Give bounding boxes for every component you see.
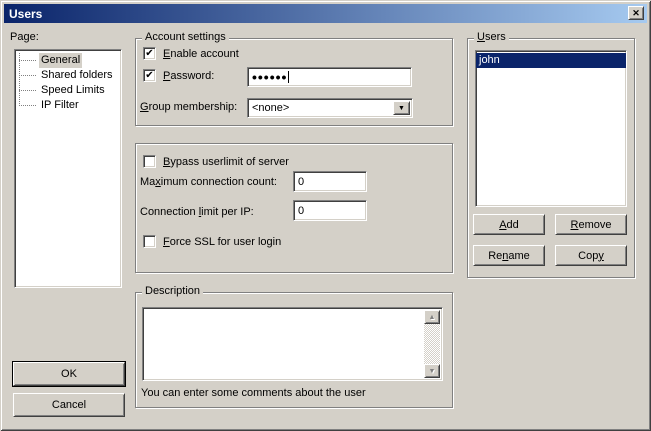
button-label: Add bbox=[499, 219, 519, 231]
force-ssl-checkbox[interactable]: Force SSL for user login bbox=[143, 235, 281, 248]
window-title: Users bbox=[4, 7, 42, 21]
tree-item-label: Speed Limits bbox=[39, 83, 107, 98]
rename-button[interactable]: Rename bbox=[473, 245, 545, 266]
remove-button[interactable]: Remove bbox=[555, 214, 627, 235]
max-connection-count-label: Maximum connection count: bbox=[140, 176, 277, 189]
checkbox[interactable] bbox=[143, 155, 156, 168]
selected-option: <none> bbox=[252, 101, 289, 116]
text-caret bbox=[288, 71, 289, 83]
bypass-userlimit-checkbox[interactable]: Bypass userlimit of server bbox=[143, 155, 289, 168]
tree-item-general[interactable]: General bbox=[15, 53, 121, 68]
connection-limit-per-ip-input[interactable]: 0 bbox=[293, 200, 367, 221]
group-membership-select[interactable]: <none> ▼ bbox=[247, 98, 413, 118]
page-label: Page: bbox=[10, 31, 39, 44]
close-icon: ✕ bbox=[632, 8, 640, 19]
page-tree: General Shared folders Speed Limits IP F… bbox=[14, 49, 122, 288]
description-hint: You can enter some comments about the us… bbox=[141, 387, 366, 400]
checkbox-label: Force SSL for user login bbox=[163, 236, 281, 248]
scroll-down-icon: ▼ bbox=[429, 368, 436, 375]
title-bar[interactable]: Users ✕ bbox=[4, 4, 647, 23]
checkbox[interactable]: ✔ bbox=[143, 69, 156, 82]
close-button[interactable]: ✕ bbox=[628, 6, 644, 20]
group-title: Account settings bbox=[142, 31, 229, 44]
tree-item-speed-limits[interactable]: Speed Limits bbox=[15, 83, 121, 98]
max-connection-count-input[interactable]: 0 bbox=[293, 171, 367, 192]
checkbox-label: Password: bbox=[163, 70, 214, 82]
scrollbar[interactable]: ▲ ▼ bbox=[424, 310, 440, 378]
field-value: 0 bbox=[298, 205, 304, 217]
tree-item-label: IP Filter bbox=[39, 98, 81, 113]
tree-item-shared-folders[interactable]: Shared folders bbox=[15, 68, 121, 83]
checkbox[interactable] bbox=[143, 235, 156, 248]
scroll-up-icon: ▲ bbox=[429, 314, 436, 321]
chevron-down-icon: ▼ bbox=[398, 105, 405, 112]
scroll-up-button[interactable]: ▲ bbox=[424, 310, 440, 324]
ok-button[interactable]: OK bbox=[13, 362, 125, 386]
tree-item-label: Shared folders bbox=[39, 68, 115, 83]
checkbox-label: Bypass userlimit of server bbox=[163, 156, 289, 168]
copy-button[interactable]: Copy bbox=[555, 245, 627, 266]
password-checkbox[interactable]: ✔ Password: bbox=[143, 69, 214, 82]
check-icon: ✔ bbox=[145, 49, 153, 59]
button-label: Copy bbox=[578, 250, 604, 262]
group-membership-label: Group membership: bbox=[140, 101, 237, 114]
enable-account-checkbox[interactable]: ✔ Enable account bbox=[143, 47, 239, 60]
scroll-down-button[interactable]: ▼ bbox=[424, 364, 440, 378]
button-label: Remove bbox=[571, 219, 612, 231]
checkbox-label: Enable account bbox=[163, 48, 239, 60]
check-icon: ✔ bbox=[145, 71, 153, 81]
tree-item-ip-filter[interactable]: IP Filter bbox=[15, 98, 121, 113]
add-button[interactable]: Add bbox=[473, 214, 545, 235]
dropdown-button[interactable]: ▼ bbox=[393, 101, 410, 115]
scrollbar-track[interactable] bbox=[424, 324, 440, 364]
cancel-button[interactable]: Cancel bbox=[13, 393, 125, 417]
group-title: Users bbox=[474, 31, 509, 44]
tree-item-label: General bbox=[39, 53, 82, 68]
list-item-john[interactable]: john bbox=[476, 53, 626, 68]
checkbox[interactable]: ✔ bbox=[143, 47, 156, 60]
description-input[interactable]: ▲ ▼ bbox=[142, 307, 443, 381]
password-input[interactable]: •••••• bbox=[247, 67, 412, 87]
connection-limit-per-ip-label: Connection limit per IP: bbox=[140, 206, 254, 219]
group-title: Description bbox=[142, 285, 203, 298]
field-value: 0 bbox=[298, 176, 304, 188]
users-list: john bbox=[475, 50, 627, 207]
password-value: •••••• bbox=[252, 72, 287, 82]
button-label: Rename bbox=[488, 250, 530, 262]
users-dialog: Users ✕ Page: General Shared folders Spe… bbox=[0, 0, 651, 431]
